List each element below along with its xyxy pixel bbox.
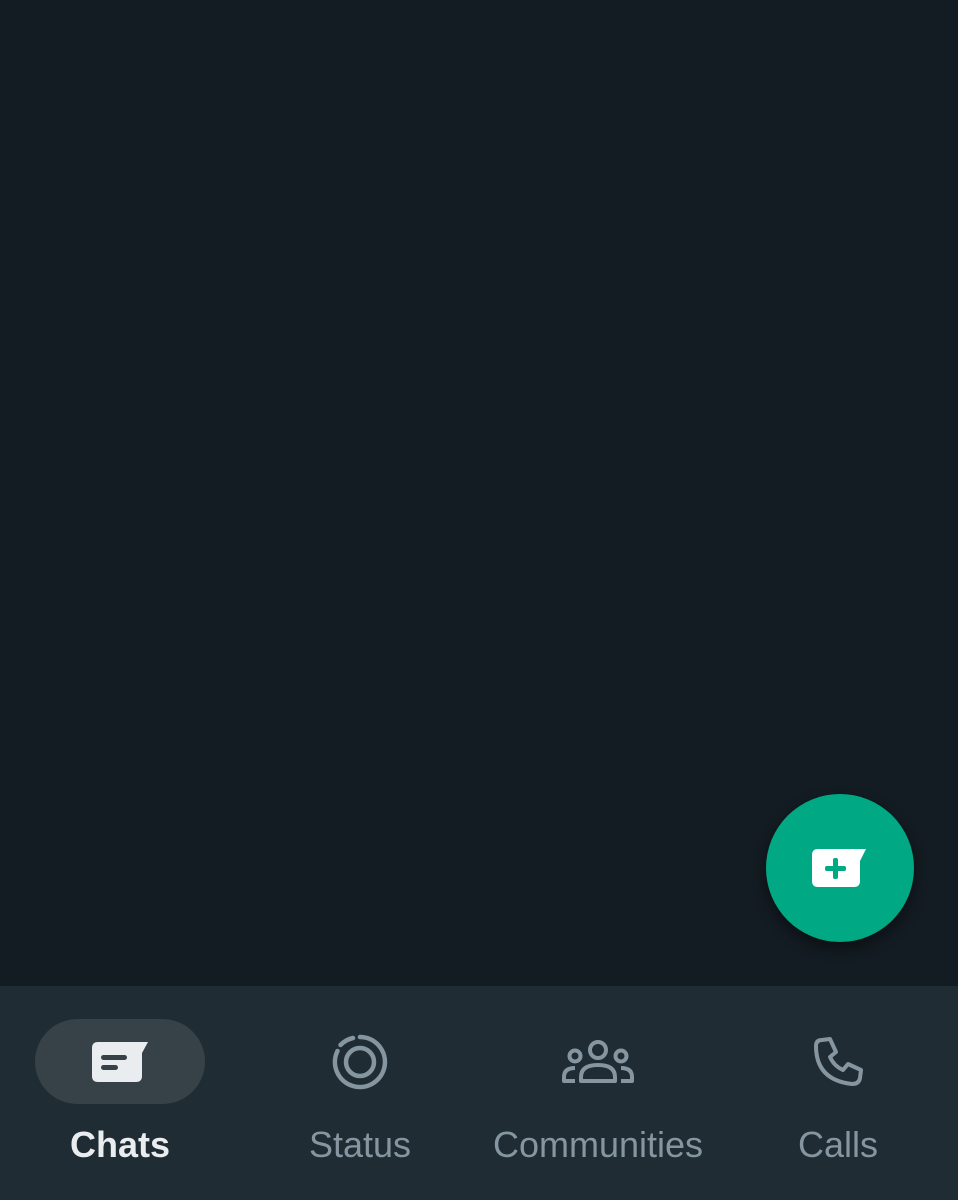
new-chat-button[interactable] <box>766 794 914 942</box>
tab-chats-indicator <box>35 1019 205 1104</box>
communities-icon <box>562 1039 634 1083</box>
tab-status-indicator <box>275 1019 445 1104</box>
tab-calls[interactable]: Calls <box>718 986 958 1200</box>
tab-communities[interactable]: Communities <box>478 986 718 1200</box>
new-chat-icon <box>812 849 866 887</box>
tab-communities-label: Communities <box>492 1124 704 1165</box>
tab-calls-label: Calls <box>797 1124 878 1165</box>
status-icon <box>332 1034 388 1089</box>
chats-icon <box>92 1041 148 1082</box>
tab-status[interactable]: Status <box>240 986 480 1200</box>
tab-status-label: Status <box>308 1124 412 1165</box>
calls-icon <box>814 1036 863 1086</box>
tab-calls-indicator <box>753 1019 923 1104</box>
tab-communities-indicator <box>513 1019 683 1104</box>
tab-chats-label: Chats <box>69 1124 171 1165</box>
bottom-navigation: Chats Status Communities Calls <box>0 986 958 1200</box>
tab-chats[interactable]: Chats <box>0 986 240 1200</box>
